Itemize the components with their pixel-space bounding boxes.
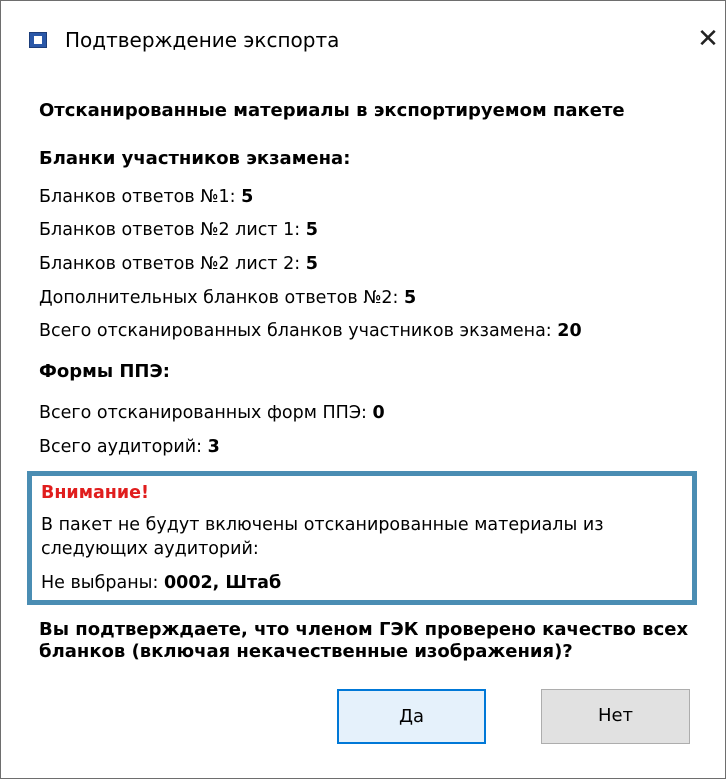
stat-label: Дополнительных бланков ответов №2:: [39, 288, 405, 308]
window-title: Подтверждение экспорта: [65, 28, 340, 52]
not-selected-value: 0002, Штаб: [163, 573, 282, 593]
confirmation-question: Вы подтверждаете, что членом ГЭК провере…: [39, 619, 689, 662]
close-button[interactable]: ✕: [691, 21, 725, 57]
stat-value: 5: [241, 187, 254, 207]
stat-value: 5: [305, 220, 318, 240]
stat-answers-2-sheet-1: Бланков ответов №2 лист 1: 5: [39, 218, 318, 242]
warning-text: В пакет не будут включены отсканированны…: [41, 515, 604, 559]
warning-title: Внимание!: [41, 483, 150, 503]
stat-answers-2-sheet-2: Бланков ответов №2 лист 2: 5: [39, 252, 318, 276]
stat-label: Бланков ответов №2 лист 2:: [39, 254, 306, 274]
stat-value: 0: [372, 403, 385, 423]
stat-label: Всего отсканированных форм ППЭ:: [39, 403, 373, 423]
ppe-forms-heading: Формы ППЭ:: [39, 361, 170, 382]
not-selected-label: Не выбраны:: [41, 573, 164, 593]
stat-total-ppe-forms: Всего отсканированных форм ППЭ: 0: [39, 401, 385, 425]
stat-label: Всего отсканированных бланков участников…: [39, 321, 558, 341]
stat-total-participants: Всего отсканированных бланков участников…: [39, 319, 582, 343]
no-button[interactable]: Нет: [541, 689, 690, 744]
stat-label: Всего аудиторий:: [39, 437, 208, 457]
app-window-icon: [29, 32, 47, 48]
stat-total-rooms: Всего аудиторий: 3: [39, 435, 220, 459]
stat-value: 5: [305, 254, 318, 274]
stat-label: Бланков ответов №2 лист 1:: [39, 220, 306, 240]
main-heading: Отсканированные материалы в экспортируем…: [39, 100, 625, 121]
warning-box: Внимание! В пакет не будут включены отск…: [27, 471, 697, 605]
title-bar: Подтверждение экспорта ✕: [1, 1, 725, 79]
stat-value: 3: [207, 437, 220, 457]
stat-label: Бланков ответов №1:: [39, 187, 242, 207]
participants-heading: Бланки участников экзамена:: [39, 148, 351, 169]
stat-value: 5: [404, 288, 417, 308]
not-selected-rooms: Не выбраны: 0002, Штаб: [41, 571, 281, 595]
stat-answers-1: Бланков ответов №1: 5: [39, 185, 253, 209]
stat-additional-answers-2: Дополнительных бланков ответов №2: 5: [39, 286, 416, 310]
export-confirmation-dialog: Подтверждение экспорта ✕ Отсканированные…: [0, 0, 726, 779]
stat-value: 20: [557, 321, 582, 341]
yes-button[interactable]: Да: [337, 689, 486, 744]
